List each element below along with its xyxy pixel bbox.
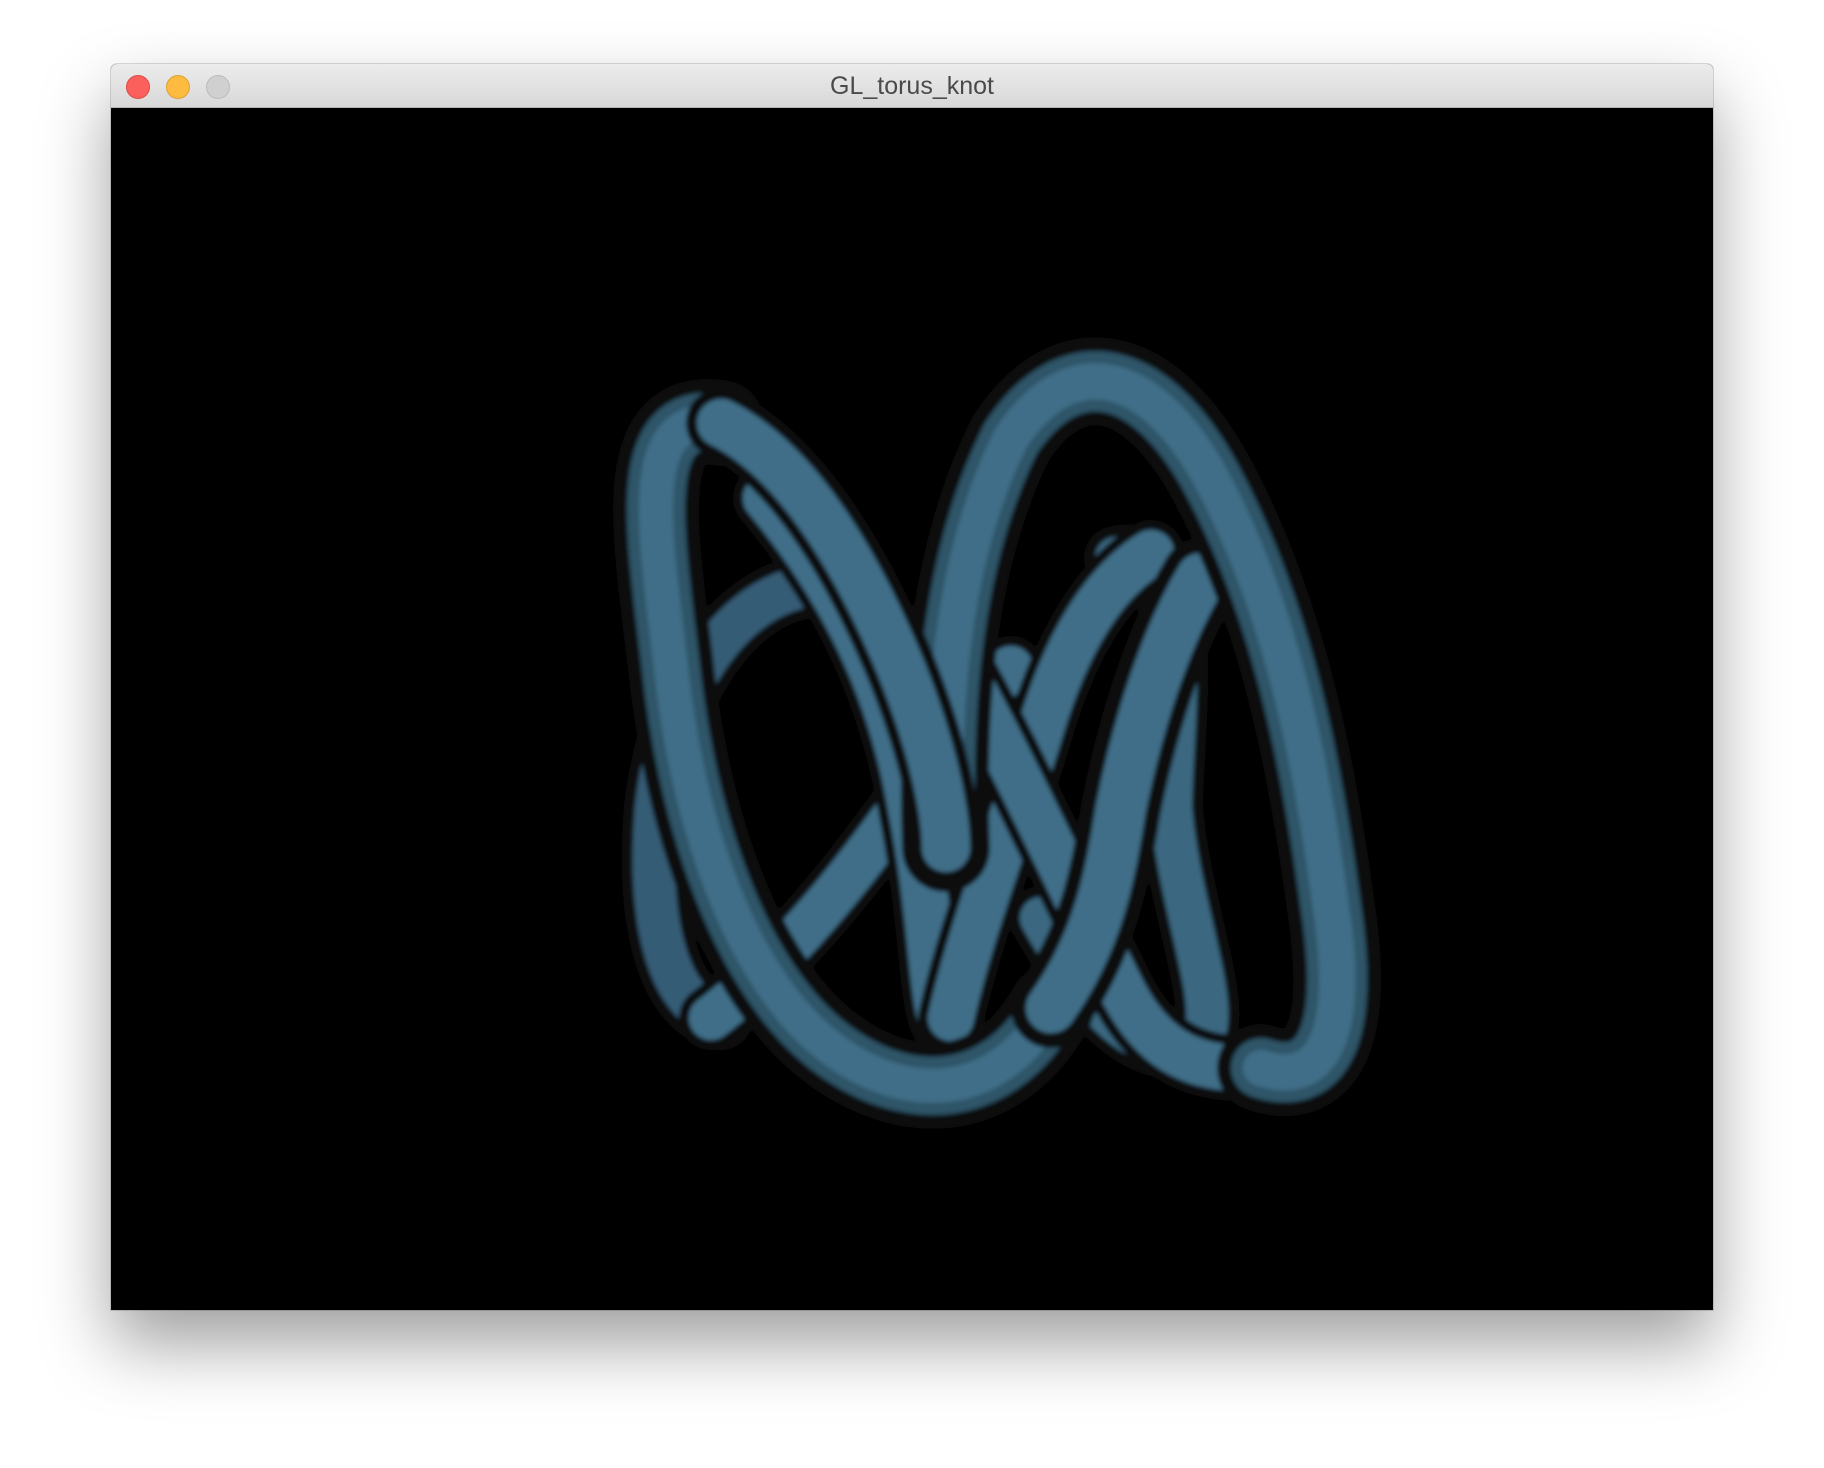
window-title: GL_torus_knot	[830, 72, 994, 100]
title-bar[interactable]: GL_torus_knot	[111, 64, 1713, 108]
gl-viewport[interactable]	[111, 108, 1713, 1310]
app-window: GL_torus_knot	[111, 64, 1713, 1310]
torus-knot-render	[613, 337, 1382, 1129]
